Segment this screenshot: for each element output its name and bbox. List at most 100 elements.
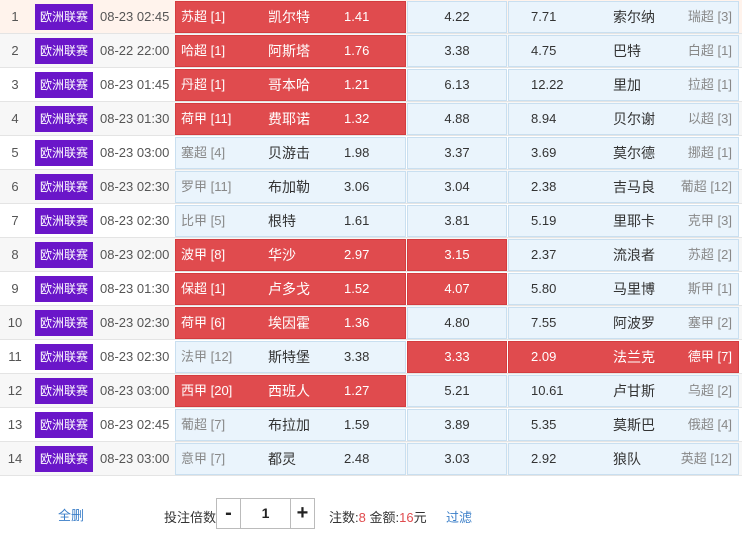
league-badge: 欧洲联赛 [35, 310, 93, 336]
away-odds: 5.19 [531, 213, 557, 228]
draw-option[interactable]: 3.15 [407, 239, 507, 271]
home-win-option[interactable]: 苏超 [1] 凯尔特 1.41 [175, 1, 406, 33]
home-odds: 2.48 [344, 451, 370, 466]
away-team: 莫尔德 [613, 145, 655, 161]
match-row: 4 欧洲联赛 08-23 01:30 荷甲 [11] 费耶诺 1.32 4.88 8.94 贝尔… [0, 102, 742, 136]
away-league-rank: 以超 [3] [687, 111, 732, 126]
row-index: 7 [11, 213, 19, 228]
multiplier-label: 投注倍数: [164, 510, 220, 525]
away-team: 莫斯巴 [613, 417, 655, 433]
multiplier-stepper: - 1 + [216, 498, 315, 529]
away-league-rank: 俄超 [4] [687, 417, 732, 432]
draw-option[interactable]: 3.37 [407, 137, 507, 169]
away-odds: 5.80 [531, 281, 557, 296]
away-league-rank: 挪超 [1] [687, 145, 732, 160]
away-win-option[interactable]: 2.92 狼队 英超 [12] [508, 443, 739, 475]
away-win-option[interactable]: 2.09 法兰克 德甲 [7] [508, 341, 739, 373]
minus-button[interactable]: - [216, 498, 241, 529]
filter-link[interactable]: 过滤 [446, 507, 472, 526]
league-badge: 欧洲联赛 [35, 140, 93, 166]
amount-value: 16 [399, 510, 414, 525]
draw-option[interactable]: 3.38 [407, 35, 507, 67]
home-win-option[interactable]: 西甲 [20] 西班人 1.27 [175, 375, 406, 407]
league-badge: 欧洲联赛 [35, 174, 93, 200]
row-index: 2 [11, 43, 19, 58]
draw-odds: 3.89 [444, 417, 470, 432]
home-league-rank: 苏超 [1] [181, 9, 226, 24]
away-league-rank: 斯甲 [1] [687, 281, 732, 296]
home-team: 贝游击 [268, 145, 310, 161]
league-badge: 欧洲联赛 [35, 106, 93, 132]
row-index: 12 [7, 383, 23, 398]
home-win-option[interactable]: 保超 [1] 卢多戈 1.52 [175, 273, 406, 305]
home-team: 埃因霍 [268, 315, 310, 331]
away-win-option[interactable]: 8.94 贝尔谢 以超 [3] [508, 103, 739, 135]
away-league-rank: 白超 [1] [687, 43, 732, 58]
home-win-option[interactable]: 荷甲 [11] 费耶诺 1.32 [175, 103, 406, 135]
away-win-option[interactable]: 10.61 卢甘斯 乌超 [2] [508, 375, 739, 407]
away-win-option[interactable]: 2.38 吉马良 葡超 [12] [508, 171, 739, 203]
bets-label: 注数: [329, 510, 359, 525]
draw-odds: 3.37 [444, 145, 470, 160]
multiplier-input[interactable]: 1 [241, 498, 290, 529]
away-win-option[interactable]: 5.80 马里博 斯甲 [1] [508, 273, 739, 305]
home-team: 都灵 [268, 451, 296, 467]
away-league-rank: 塞甲 [2] [687, 315, 732, 330]
away-league-rank: 葡超 [12] [680, 179, 732, 194]
row-index: 10 [7, 315, 23, 330]
away-league-rank: 苏超 [2] [687, 247, 732, 262]
draw-option[interactable]: 4.07 [407, 273, 507, 305]
away-win-option[interactable]: 7.55 阿波罗 塞甲 [2] [508, 307, 739, 339]
delete-all-link[interactable]: 全删 [58, 505, 84, 524]
row-index: 9 [11, 281, 19, 296]
draw-option[interactable]: 6.13 [407, 69, 507, 101]
away-win-option[interactable]: 5.19 里耶卡 克甲 [3] [508, 205, 739, 237]
plus-button[interactable]: + [290, 498, 315, 529]
home-league-rank: 葡超 [7] [181, 417, 226, 432]
home-league-rank: 丹超 [1] [181, 77, 226, 92]
away-win-option[interactable]: 4.75 巴特 白超 [1] [508, 35, 739, 67]
draw-odds: 4.07 [444, 281, 470, 296]
away-odds: 7.55 [531, 315, 557, 330]
home-league-rank: 西甲 [20] [181, 383, 233, 398]
home-win-option[interactable]: 荷甲 [6] 埃因霍 1.36 [175, 307, 406, 339]
home-win-option[interactable]: 塞超 [4] 贝游击 1.98 [175, 137, 406, 169]
match-row: 12 欧洲联赛 08-23 03:00 西甲 [20] 西班人 1.27 5.21 10.61… [0, 374, 742, 408]
away-win-option[interactable]: 3.69 莫尔德 挪超 [1] [508, 137, 739, 169]
draw-odds: 3.81 [444, 213, 470, 228]
home-league-rank: 法甲 [12] [181, 349, 233, 364]
home-win-option[interactable]: 比甲 [5] 根特 1.61 [175, 205, 406, 237]
match-row: 9 欧洲联赛 08-23 01:30 保超 [1] 卢多戈 1.52 4.07 5.80 马里博… [0, 272, 742, 306]
away-win-option[interactable]: 5.35 莫斯巴 俄超 [4] [508, 409, 739, 441]
draw-option[interactable]: 4.88 [407, 103, 507, 135]
draw-option[interactable]: 4.80 [407, 307, 507, 339]
draw-option[interactable]: 5.21 [407, 375, 507, 407]
away-win-option[interactable]: 7.71 索尔纳 瑞超 [3] [508, 1, 739, 33]
home-win-option[interactable]: 意甲 [7] 都灵 2.48 [175, 443, 406, 475]
home-win-option[interactable]: 波甲 [8] 华沙 2.97 [175, 239, 406, 271]
home-win-option[interactable]: 葡超 [7] 布拉加 1.59 [175, 409, 406, 441]
draw-option[interactable]: 3.33 [407, 341, 507, 373]
home-win-option[interactable]: 罗甲 [11] 布加勒 3.06 [175, 171, 406, 203]
home-win-option[interactable]: 丹超 [1] 哥本哈 1.21 [175, 69, 406, 101]
home-win-option[interactable]: 哈超 [1] 阿斯塔 1.76 [175, 35, 406, 67]
away-win-option[interactable]: 2.37 流浪者 苏超 [2] [508, 239, 739, 271]
draw-option[interactable]: 3.04 [407, 171, 507, 203]
away-win-option[interactable]: 12.22 里加 拉超 [1] [508, 69, 739, 101]
home-league-rank: 波甲 [8] [181, 247, 226, 262]
away-odds: 3.69 [531, 145, 557, 160]
bet-summary: 注数:8 金额:16元 [329, 507, 427, 526]
draw-option[interactable]: 3.81 [407, 205, 507, 237]
home-team: 布拉加 [268, 417, 310, 433]
draw-option[interactable]: 3.89 [407, 409, 507, 441]
draw-odds: 5.21 [444, 383, 470, 398]
home-win-option[interactable]: 法甲 [12] 斯特堡 3.38 [175, 341, 406, 373]
match-time: 08-23 02:30 [100, 213, 170, 228]
away-league-rank: 德甲 [7] [687, 349, 732, 364]
away-team: 吉马良 [613, 179, 655, 195]
match-time: 08-23 02:45 [100, 9, 170, 24]
draw-option[interactable]: 3.03 [407, 443, 507, 475]
draw-option[interactable]: 4.22 [407, 1, 507, 33]
bets-count: 8 [358, 510, 366, 525]
draw-odds: 3.38 [444, 43, 470, 58]
